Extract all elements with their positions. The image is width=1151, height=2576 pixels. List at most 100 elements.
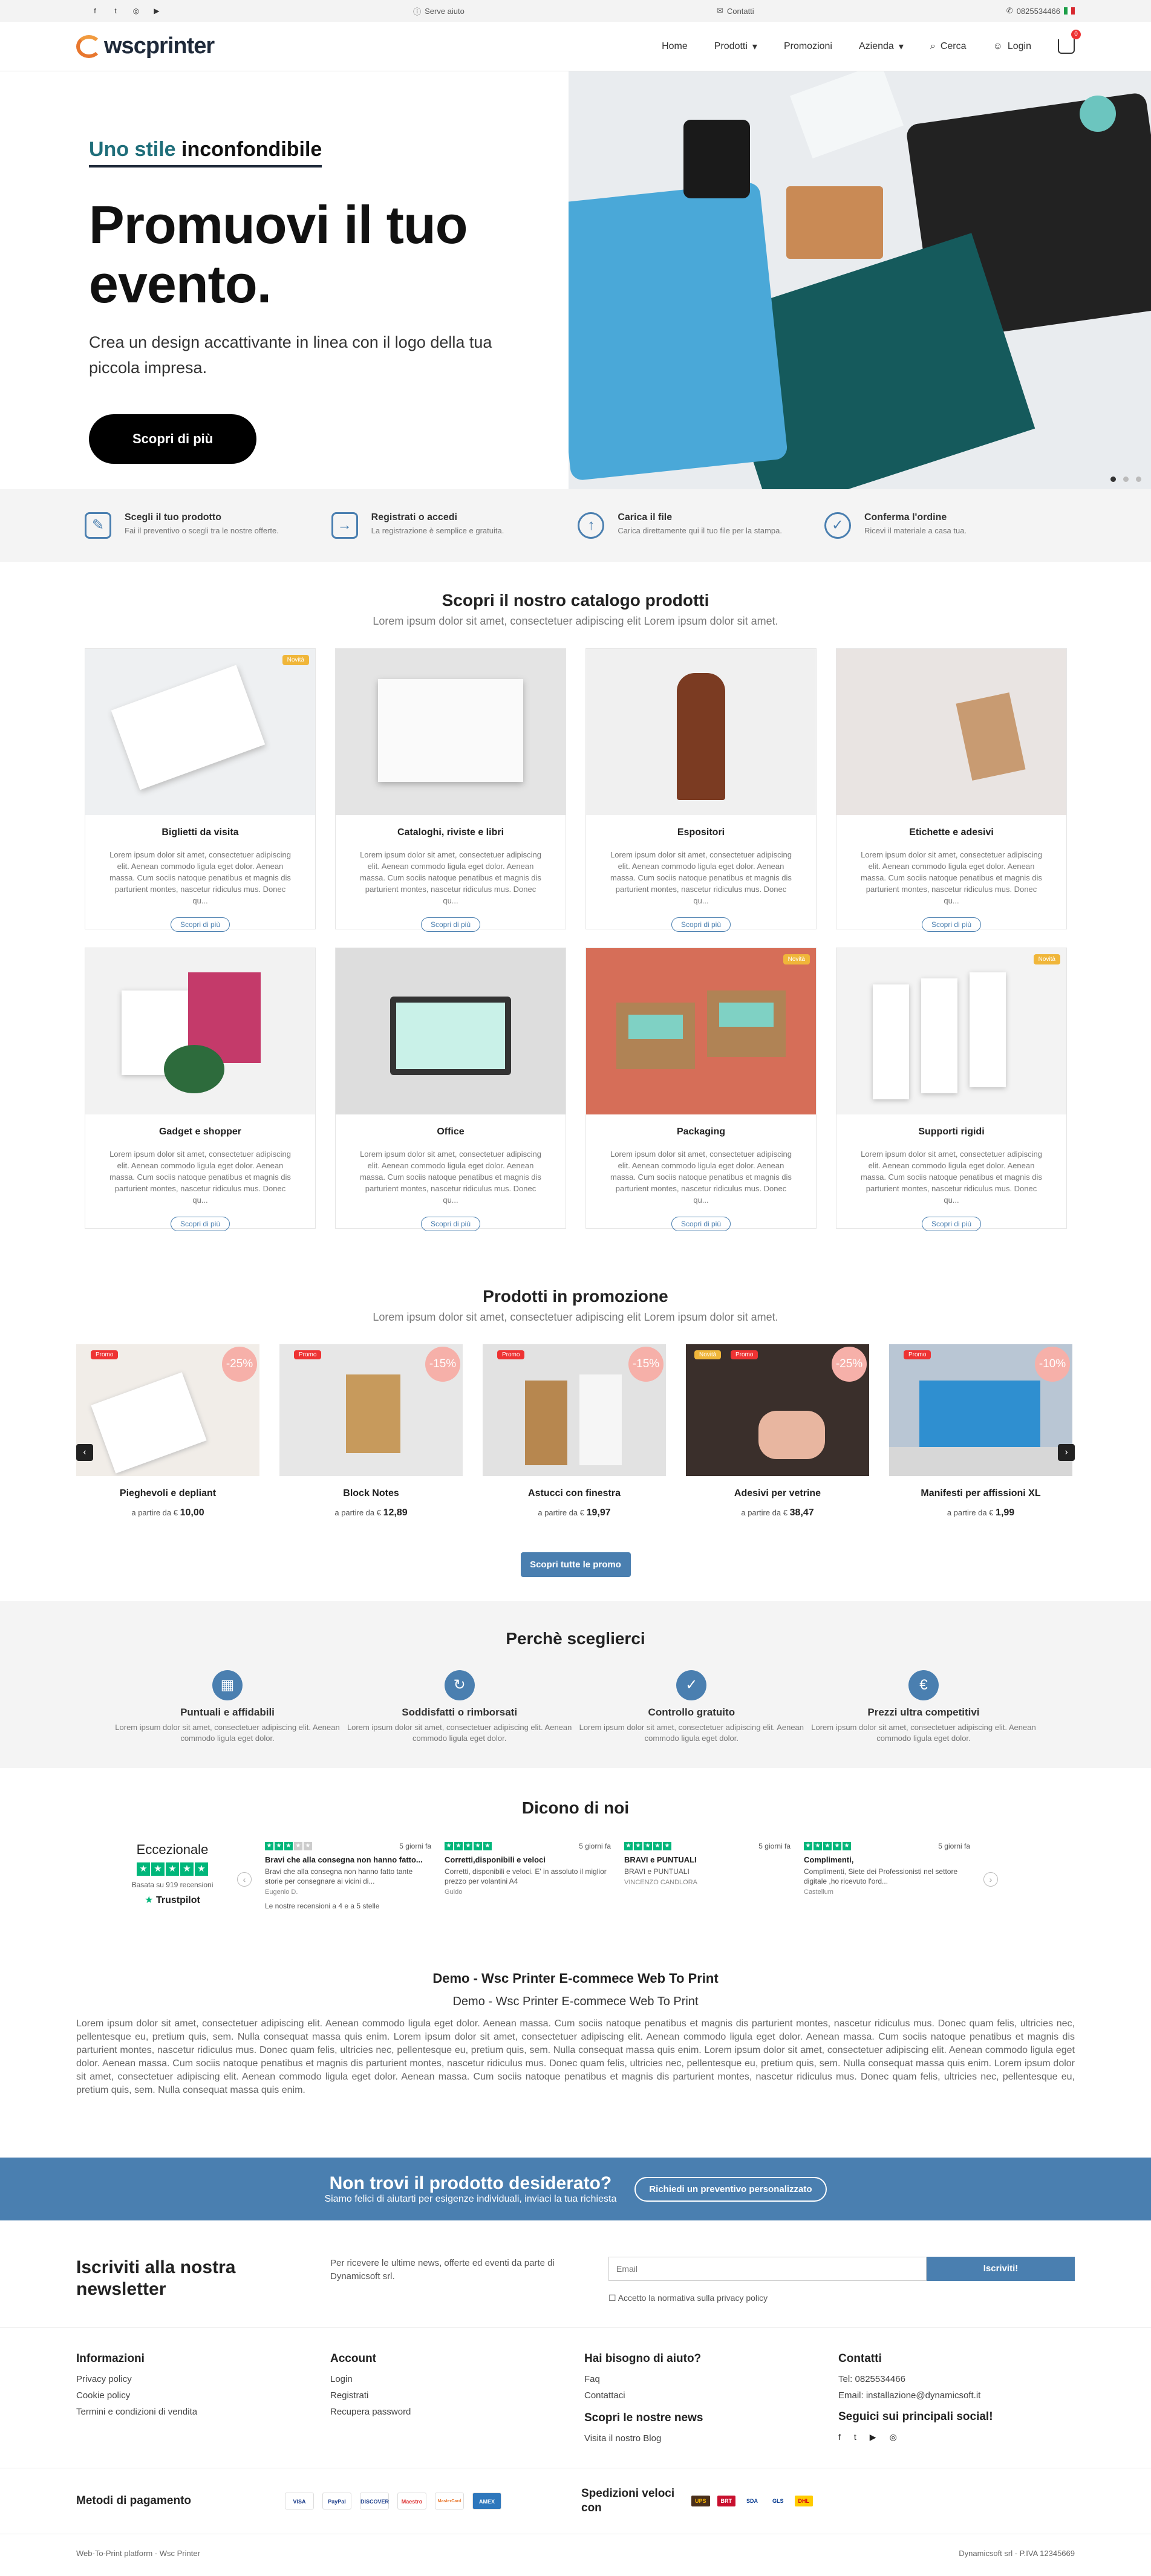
- nav-login[interactable]: ☺ Login: [993, 41, 1032, 52]
- footer-link-login[interactable]: Login: [330, 2374, 584, 2384]
- newsletter-email-input[interactable]: [608, 2257, 927, 2281]
- checkbox-icon[interactable]: ☐: [608, 2293, 616, 2303]
- reviews-section: Dicono di noi Eccezionale ★ ★ ★ ★ ★ Basata s…: [0, 1768, 1151, 1934]
- catalog-card[interactable]: Office Lorem ipsum dolor sit amet, conse…: [335, 948, 566, 1231]
- review-stars: ★ ★ ★ ★ ★: [445, 1842, 492, 1850]
- footer-link-recover[interactable]: Recupera password: [330, 2407, 584, 2417]
- calendar-icon: ▦: [212, 1670, 243, 1700]
- discover-button[interactable]: Scopri di più: [421, 1217, 480, 1231]
- catalog-card[interactable]: Espositori Lorem ipsum dolor sit amet, c…: [585, 648, 817, 932]
- discover-button[interactable]: Scopri di più: [171, 1217, 230, 1231]
- nav-prodotti[interactable]: Prodotti ▾: [714, 41, 757, 53]
- promo-card[interactable]: Promo -15% Astucci con finestra a partire…: [483, 1344, 666, 1518]
- footer-link-terms[interactable]: Termini e condizioni di vendita: [76, 2407, 330, 2417]
- slide-dot[interactable]: [1136, 476, 1141, 482]
- main-header: wscprinter Home Prodotti ▾ Promozioni Azi…: [0, 22, 1151, 71]
- youtube-icon[interactable]: ▶: [152, 7, 161, 15]
- discover-button[interactable]: Scopri di più: [421, 917, 480, 932]
- review-count[interactable]: Basata su 919 recensioni: [121, 1881, 224, 1889]
- review-stars: ★ ★ ★ ★ ★: [804, 1842, 851, 1850]
- review-card[interactable]: ★ ★ ★ ★ ★ 5 giorni fa Complimenti, Compliment…: [804, 1842, 970, 1896]
- nav-home[interactable]: Home: [662, 41, 688, 52]
- review-card[interactable]: ★ ★ ★ ★ ★ 5 giorni fa BRAVI e PUNTUALI BRAVI …: [624, 1842, 791, 1886]
- catalog-card[interactable]: Gadget e shopper Lorem ipsum dolor sit a…: [85, 948, 316, 1231]
- hero-title: Promuovi il tuo evento.: [89, 195, 468, 314]
- italy-flag-icon[interactable]: [1064, 7, 1075, 15]
- promo-title: Prodotti in promozione: [483, 1287, 668, 1306]
- promo-card[interactable]: Promo -25% Pieghevoli e depliant a partir…: [76, 1344, 259, 1518]
- reviews-next-icon[interactable]: ›: [983, 1872, 998, 1887]
- youtube-icon[interactable]: ▶: [870, 2432, 876, 2442]
- help-link[interactable]: ⓘ Serve aiuto: [413, 5, 465, 17]
- top-social-links: f t ◎ ▶: [91, 7, 161, 15]
- discover-button[interactable]: Scopri di più: [671, 917, 731, 932]
- why-item: ↻ Soddisfatti o rimborsati Lorem ipsum dol…: [345, 1670, 575, 1744]
- carousel-next-arrow-icon[interactable]: ›: [1058, 1444, 1075, 1461]
- footer-link-blog[interactable]: Visita il nostro Blog: [584, 2433, 838, 2444]
- phone-link[interactable]: ✆ 0825534466: [1006, 6, 1075, 16]
- amex-icon: AMEX: [472, 2493, 501, 2509]
- user-icon: ☺: [993, 41, 1003, 51]
- about-text: Lorem ipsum dolor sit amet, consectetuer…: [76, 2018, 1075, 2095]
- custom-quote-button[interactable]: Richiedi un preventivo personalizzato: [634, 2176, 827, 2202]
- product-price: a partire da € 38,47: [741, 1508, 814, 1518]
- cta-text: Siamo felici di aiutarti per esigenze in…: [324, 2194, 617, 2204]
- footer-link-contact[interactable]: Contattaci: [584, 2390, 838, 2401]
- discover-button[interactable]: Scopri di più: [922, 917, 981, 932]
- discover-icon: DISCOVER: [360, 2493, 389, 2509]
- cart-icon[interactable]: 0: [1058, 29, 1081, 54]
- catalog-card[interactable]: Etichette e adesivi Lorem ipsum dolor si…: [836, 648, 1067, 932]
- footer-link-cookie[interactable]: Cookie policy: [76, 2390, 330, 2401]
- trustpilot-star-icon: ★: [145, 1895, 154, 1905]
- hero-cta-button[interactable]: Scopri di più: [89, 414, 257, 464]
- privacy-checkbox-row[interactable]: ☐ Accetto la normativa sulla privacy pol…: [608, 2293, 1075, 2303]
- discover-button[interactable]: Scopri di più: [671, 1217, 731, 1231]
- footer-email[interactable]: Email: installazione@dynamicsoft.it: [838, 2390, 1038, 2401]
- new-badge: Novità: [694, 1350, 722, 1359]
- slide-dot[interactable]: [1123, 476, 1129, 482]
- category-desc: Lorem ipsum dolor sit amet, consectetuer…: [109, 1150, 291, 1205]
- slide-dot[interactable]: [1110, 476, 1116, 482]
- facebook-icon[interactable]: f: [838, 2432, 841, 2442]
- footer-phone[interactable]: Tel: 0825534466: [838, 2374, 1038, 2384]
- instagram-icon[interactable]: ◎: [132, 7, 140, 15]
- reviews-prev-icon[interactable]: ‹: [237, 1872, 252, 1887]
- discover-button[interactable]: Scopri di più: [171, 917, 230, 932]
- footer-link-faq[interactable]: Faq: [584, 2374, 838, 2384]
- phone-icon: ✆: [1006, 6, 1013, 15]
- nav-promozioni[interactable]: Promozioni: [784, 41, 832, 52]
- company-info: Dynamicsoft srl - P.IVA 12345669: [959, 2549, 1075, 2558]
- edit-icon: ✎: [85, 512, 111, 539]
- trustpilot-summary[interactable]: Eccezionale ★ ★ ★ ★ ★ Basata su 919 recensio…: [121, 1842, 224, 1906]
- footer-link-register[interactable]: Registrati: [330, 2390, 584, 2401]
- carousel-prev-arrow-icon[interactable]: ‹: [76, 1444, 93, 1461]
- category-name: Office: [437, 1127, 465, 1137]
- contacts-link[interactable]: ✉ Contatti: [717, 6, 754, 16]
- dhl-icon: DHL: [794, 2496, 814, 2506]
- catalog-card[interactable]: Cataloghi, riviste e libri Lorem ipsum d…: [335, 648, 566, 932]
- nav-search[interactable]: ⌕ Cerca: [930, 41, 967, 52]
- instagram-icon[interactable]: ◎: [890, 2432, 897, 2442]
- box-shape: [786, 186, 883, 259]
- promo-card[interactable]: Novità Promo -25% Adesivi per vetrine a pa…: [686, 1344, 869, 1518]
- twitter-icon[interactable]: t: [111, 7, 120, 15]
- promo-card[interactable]: Promo -10% Manifesti per affissioni XL a …: [889, 1344, 1072, 1518]
- category-desc: Lorem ipsum dolor sit amet, consectetuer…: [360, 850, 541, 905]
- twitter-icon[interactable]: t: [854, 2432, 856, 2442]
- discover-button[interactable]: Scopri di più: [922, 1217, 981, 1231]
- shipping-title: Spedizioni veloci con: [581, 2487, 675, 2514]
- catalog-card[interactable]: Novità Packaging Lorem ipsum dolor sit a…: [585, 948, 817, 1231]
- footer-link-privacy[interactable]: Privacy policy: [76, 2374, 330, 2384]
- review-card[interactable]: ★ ★ ★ ★ ★ 5 giorni fa Corretti,disponibili e …: [445, 1842, 611, 1896]
- nav-azienda[interactable]: Azienda ▾: [859, 41, 904, 53]
- logo[interactable]: wscprinter: [76, 33, 215, 59]
- subscribe-button[interactable]: Iscriviti!: [927, 2257, 1075, 2281]
- all-promo-button[interactable]: Scopri tutte le promo: [520, 1552, 631, 1577]
- review-card[interactable]: ★ ★ ★ ★ ★ 5 giorni fa Bravi che alla consegna…: [265, 1842, 431, 1910]
- star-icon: ★: [663, 1842, 671, 1850]
- catalog-card[interactable]: Novità Supporti rigidi Lorem ipsum dolor…: [836, 948, 1067, 1231]
- promo-card[interactable]: Promo -15% Block Notes a partire da € 12,…: [279, 1344, 463, 1518]
- trustpilot-logo: ★ Trustpilot: [145, 1895, 200, 1905]
- catalog-card[interactable]: Novità Biglietti da visita Lorem ipsum d…: [85, 648, 316, 932]
- facebook-icon[interactable]: f: [91, 7, 99, 15]
